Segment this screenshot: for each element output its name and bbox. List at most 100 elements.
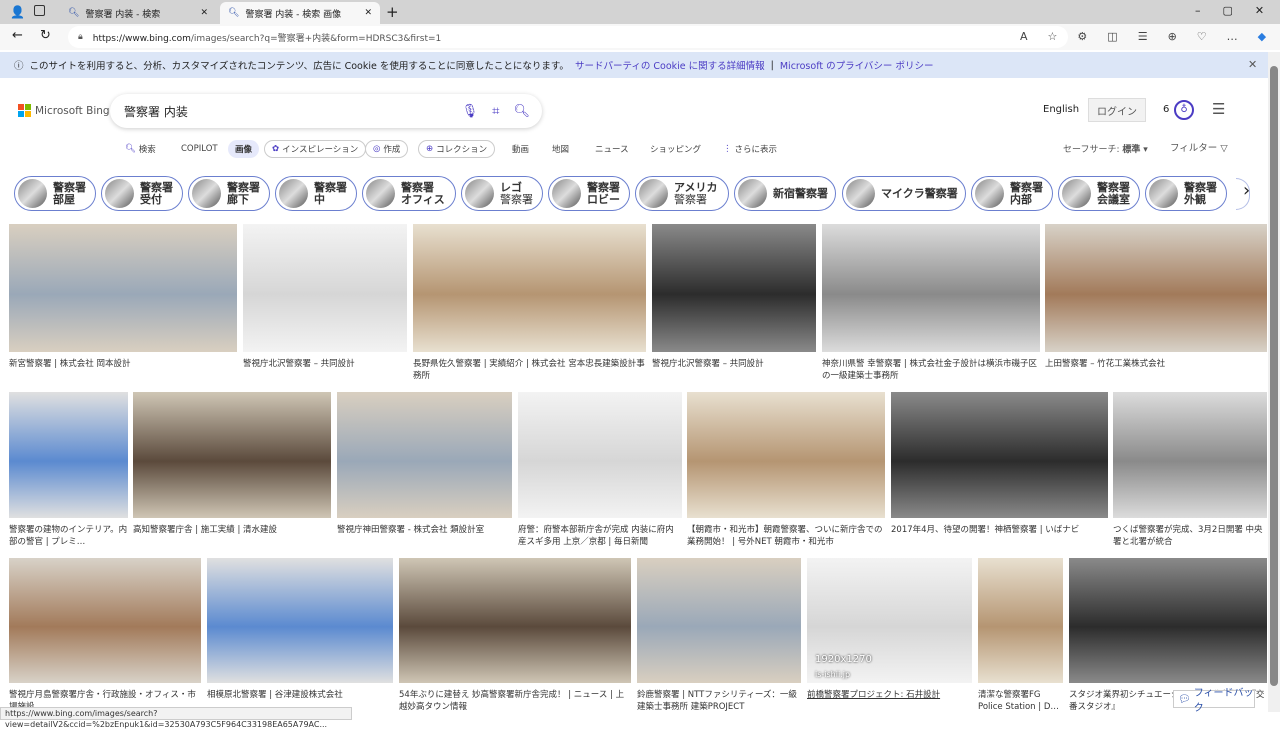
result-thumbnail[interactable] (1045, 224, 1267, 352)
login-button[interactable]: ログイン (1088, 98, 1146, 122)
result-caption[interactable]: 長野県佐久警察署 | 実績紹介 | 株式会社 宮本忠長建築設計事務所 (413, 358, 646, 382)
image-result[interactable]: 高知警察署庁舎 | 施工実績 | 清水建設 (133, 392, 331, 536)
tab-images[interactable]: 🔍︎ 警察署 内装 - 検索 画像 ✕ (220, 2, 380, 24)
related-search-chip[interactable]: 警察署 部屋 (14, 176, 96, 211)
result-thumbnail[interactable] (978, 558, 1063, 683)
result-caption[interactable]: つくば警察署が完成、3月2日開署 中央署と北署が統合 (1113, 524, 1267, 548)
result-caption[interactable]: 2017年4月、待望の開署！神栖警察署 | いばナビ (891, 524, 1108, 536)
result-thumbnail[interactable] (207, 558, 393, 683)
nav-3[interactable]: ✿ インスピレーション (264, 140, 367, 158)
related-search-chip[interactable]: レゴ 警察署 (461, 176, 543, 211)
result-thumbnail[interactable] (637, 558, 801, 683)
close-window-button[interactable]: ✕ (1255, 4, 1264, 17)
rewards-icon[interactable]: ♁ (1174, 100, 1194, 120)
chevron-right-icon[interactable]: › (1243, 180, 1250, 201)
restore-button[interactable]: ▢ (1223, 4, 1233, 17)
close-tab-icon[interactable]: ✕ (200, 8, 208, 18)
image-result[interactable]: 清潔な警察署FG Police Station | D… (978, 558, 1063, 713)
result-thumbnail[interactable] (1113, 392, 1267, 518)
close-banner-icon[interactable]: ✕ (1248, 58, 1257, 71)
image-result[interactable]: 警視庁神田警察署 - 株式会社 類設計室 (337, 392, 512, 536)
image-result[interactable]: 上田警察署 – 竹花工業株式会社 (1045, 224, 1267, 370)
result-thumbnail[interactable] (9, 224, 237, 352)
result-thumbnail[interactable] (652, 224, 816, 352)
related-search-chip[interactable]: アメリカ 警察署 (635, 176, 729, 211)
result-thumbnail[interactable] (243, 224, 407, 352)
nav-0[interactable]: 🔍︎ 検索 (118, 140, 163, 158)
image-result[interactable]: 1920x1270 is-ishii.jp 前橋警察署プロジェクト: 石井設計 (807, 558, 972, 701)
nav-10[interactable]: ⋮ さらに表示 (716, 140, 784, 158)
image-result[interactable]: 警視庁月島警察署庁舎・行政施設・オフィス・市場施設 (9, 558, 201, 713)
related-search-chip[interactable]: 新宿警察署 (734, 176, 836, 211)
result-thumbnail[interactable]: 1920x1270 is-ishii.jp (807, 558, 972, 683)
language-link[interactable]: English (1043, 104, 1079, 115)
bing-logo[interactable]: Microsoft Bing (18, 104, 110, 117)
copilot-icon[interactable]: ◆ (1258, 30, 1266, 43)
split-screen-icon[interactable]: ◫ (1107, 30, 1117, 43)
nav-1[interactable]: COPILOT (174, 140, 225, 158)
refresh-button[interactable]: ↻ (40, 28, 51, 43)
related-search-chip[interactable]: 警察署 会議室 (1058, 176, 1140, 211)
image-result[interactable]: 相模原北警察署 | 谷津建設株式会社 (207, 558, 393, 701)
result-caption[interactable]: 相模原北警察署 | 谷津建設株式会社 (207, 689, 393, 701)
nav-9[interactable]: ショッピング (643, 140, 708, 158)
related-search-chip[interactable]: 警察署 受付 (101, 176, 183, 211)
address-bar[interactable]: 🔒︎ https://www.bing.com/images/search?q=警… (68, 26, 1068, 48)
third-party-cookie-link[interactable]: サードパーティの Cookie に関する詳細情報 (575, 58, 765, 72)
feedback-button[interactable]: 💬︎ フィードバック (1173, 688, 1255, 714)
result-caption[interactable]: 清潔な警察署FG Police Station | D… (978, 689, 1063, 713)
search-icon[interactable]: 🔍︎ (513, 104, 530, 119)
result-thumbnail[interactable] (518, 392, 682, 518)
minimize-button[interactable]: – (1195, 4, 1201, 17)
image-domain[interactable]: is-ishii.jp (815, 670, 850, 679)
result-thumbnail[interactable] (822, 224, 1040, 352)
scrollbar-thumb[interactable] (1270, 66, 1278, 686)
result-thumbnail[interactable] (1069, 558, 1267, 683)
nav-7[interactable]: 地図 (545, 140, 576, 158)
tab-search[interactable]: 🔍︎ 警察署 内装 - 検索 ✕ (60, 2, 216, 24)
profile-icon[interactable]: 👤 (10, 5, 25, 19)
result-caption[interactable]: 高知警察署庁舎 | 施工実績 | 清水建設 (133, 524, 331, 536)
image-result[interactable]: 新宮警察署 | 株式会社 岡本設計 (9, 224, 237, 370)
image-result[interactable]: 鈴鹿警察署 | NTTファシリティーズ：一級建築士事務所 建築PROJECT (637, 558, 801, 713)
privacy-policy-link[interactable]: Microsoft のプライバシー ポリシー (780, 58, 934, 72)
back-button[interactable]: ← (12, 28, 23, 43)
visual-search-icon[interactable]: ⌗ (492, 104, 499, 119)
result-thumbnail[interactable] (133, 392, 331, 518)
menu-icon[interactable]: ☰ (1212, 100, 1225, 118)
result-thumbnail[interactable] (413, 224, 646, 352)
read-aloud-icon[interactable]: A (1020, 30, 1028, 43)
result-thumbnail[interactable] (687, 392, 885, 518)
nav-2[interactable]: 画像 (228, 140, 260, 158)
safesearch[interactable]: セーフサーチ: 標準 ▾ (1063, 142, 1148, 155)
nav-4[interactable]: ◎ 作成 (365, 140, 409, 158)
result-caption[interactable]: 上田警察署 – 竹花工業株式会社 (1045, 358, 1267, 370)
related-search-chip[interactable]: 警察署 ロビー (548, 176, 630, 211)
related-search-chip[interactable]: 警察署 廊下 (188, 176, 270, 211)
more-icon[interactable]: … (1227, 30, 1238, 43)
image-result[interactable]: 府警：府警本部新庁舎が完成 内装に府内産スギ多用 上京／京都 | 毎日新聞 (518, 392, 682, 548)
image-result[interactable]: 2017年4月、待望の開署！神栖警察署 | いばナビ (891, 392, 1108, 536)
related-search-chip[interactable]: 警察署 外観 (1145, 176, 1227, 211)
result-caption[interactable]: 府警：府警本部新庁舎が完成 内装に府内産スギ多用 上京／京都 | 毎日新聞 (518, 524, 682, 548)
nav-8[interactable]: ニュース (588, 140, 636, 158)
filter-button[interactable]: フィルター ▽ (1170, 140, 1228, 154)
image-result[interactable]: つくば警察署が完成、3月2日開署 中央署と北署が統合 (1113, 392, 1267, 548)
close-tab-icon[interactable]: ✕ (364, 8, 372, 18)
result-thumbnail[interactable] (9, 392, 128, 518)
result-caption[interactable]: 前橋警察署プロジェクト: 石井設計 (807, 689, 972, 701)
collections-icon[interactable]: ⊕ (1168, 30, 1177, 43)
image-result[interactable]: 長野県佐久警察署 | 実績紹介 | 株式会社 宮本忠長建築設計事務所 (413, 224, 646, 382)
result-caption[interactable]: 警視庁北沢警察署 – 共同設計 (243, 358, 407, 370)
result-caption[interactable]: 鈴鹿警察署 | NTTファシリティーズ：一級建築士事務所 建築PROJECT (637, 689, 801, 713)
extensions-icon[interactable]: ⚙ (1077, 30, 1087, 43)
related-search-chip[interactable]: 警察署中 (275, 176, 357, 211)
image-result[interactable]: 警視庁北沢警察署 – 共同設計 (243, 224, 407, 370)
result-caption[interactable]: 警視庁神田警察署 - 株式会社 類設計室 (337, 524, 512, 536)
performance-icon[interactable]: ♡ (1197, 30, 1207, 43)
tab-actions-icon[interactable] (34, 5, 45, 16)
microphone-icon[interactable]: 🎙︎ (462, 104, 479, 119)
image-result[interactable]: 【朝霞市・和光市】朝霞警察署、ついに新庁舎での業務開始！ | 号外NET 朝霞市… (687, 392, 885, 548)
image-result[interactable]: 神奈川県警 幸警察署 | 株式会社金子設計は横浜市磯子区の一級建築士事務所 (822, 224, 1040, 382)
image-result[interactable]: 警察署の建物のインテリア。内部の警官 | プレミ… (9, 392, 128, 548)
